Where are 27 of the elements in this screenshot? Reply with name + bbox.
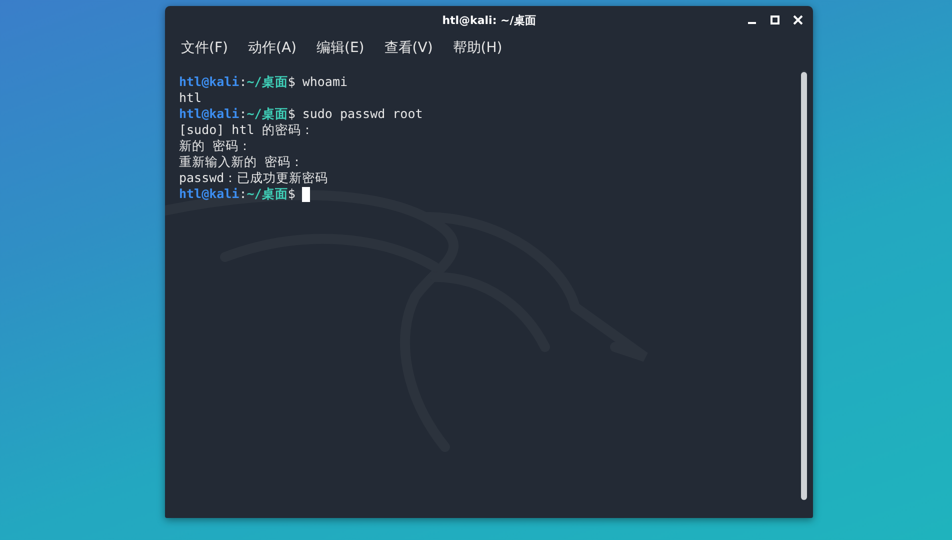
menu-item[interactable]: 查看(V) — [384, 39, 433, 57]
prompt-path: ~/桌面 — [246, 186, 288, 202]
prompt-path: ~/桌面 — [246, 74, 288, 90]
prompt-user: htl@kali — [179, 74, 240, 90]
output-text: 重新输入新的 密码： — [179, 154, 304, 170]
prompt-symbol: $ — [288, 74, 296, 90]
command-text: sudo passwd root — [302, 106, 423, 122]
output-text: passwd：已成功更新密码 — [179, 170, 328, 186]
prompt-path: ~/桌面 — [246, 106, 288, 122]
prompt-symbol: $ — [288, 186, 296, 202]
maximize-icon[interactable] — [770, 15, 780, 25]
prompt-separator: : — [239, 106, 247, 122]
prompt-separator: : — [239, 186, 247, 202]
prompt-separator: : — [239, 74, 247, 90]
prompt-symbol: $ — [288, 106, 296, 122]
output-text: [sudo] htl 的密码： — [179, 122, 314, 138]
menu-item[interactable]: 编辑(E) — [316, 39, 364, 57]
menu-item[interactable]: 文件(F) — [181, 39, 228, 57]
output-text: htl — [179, 90, 202, 106]
prompt-user: htl@kali — [179, 106, 240, 122]
menu-item[interactable]: 帮助(H) — [452, 39, 502, 57]
prompt-user: htl@kali — [179, 186, 240, 202]
menu-item[interactable]: 动作(A) — [248, 39, 296, 57]
command-text: whoami — [302, 74, 348, 90]
window-title: htl@kali: ~/桌面 — [442, 12, 536, 28]
close-icon[interactable] — [793, 15, 803, 25]
output-text: 新的 密码： — [179, 138, 252, 154]
